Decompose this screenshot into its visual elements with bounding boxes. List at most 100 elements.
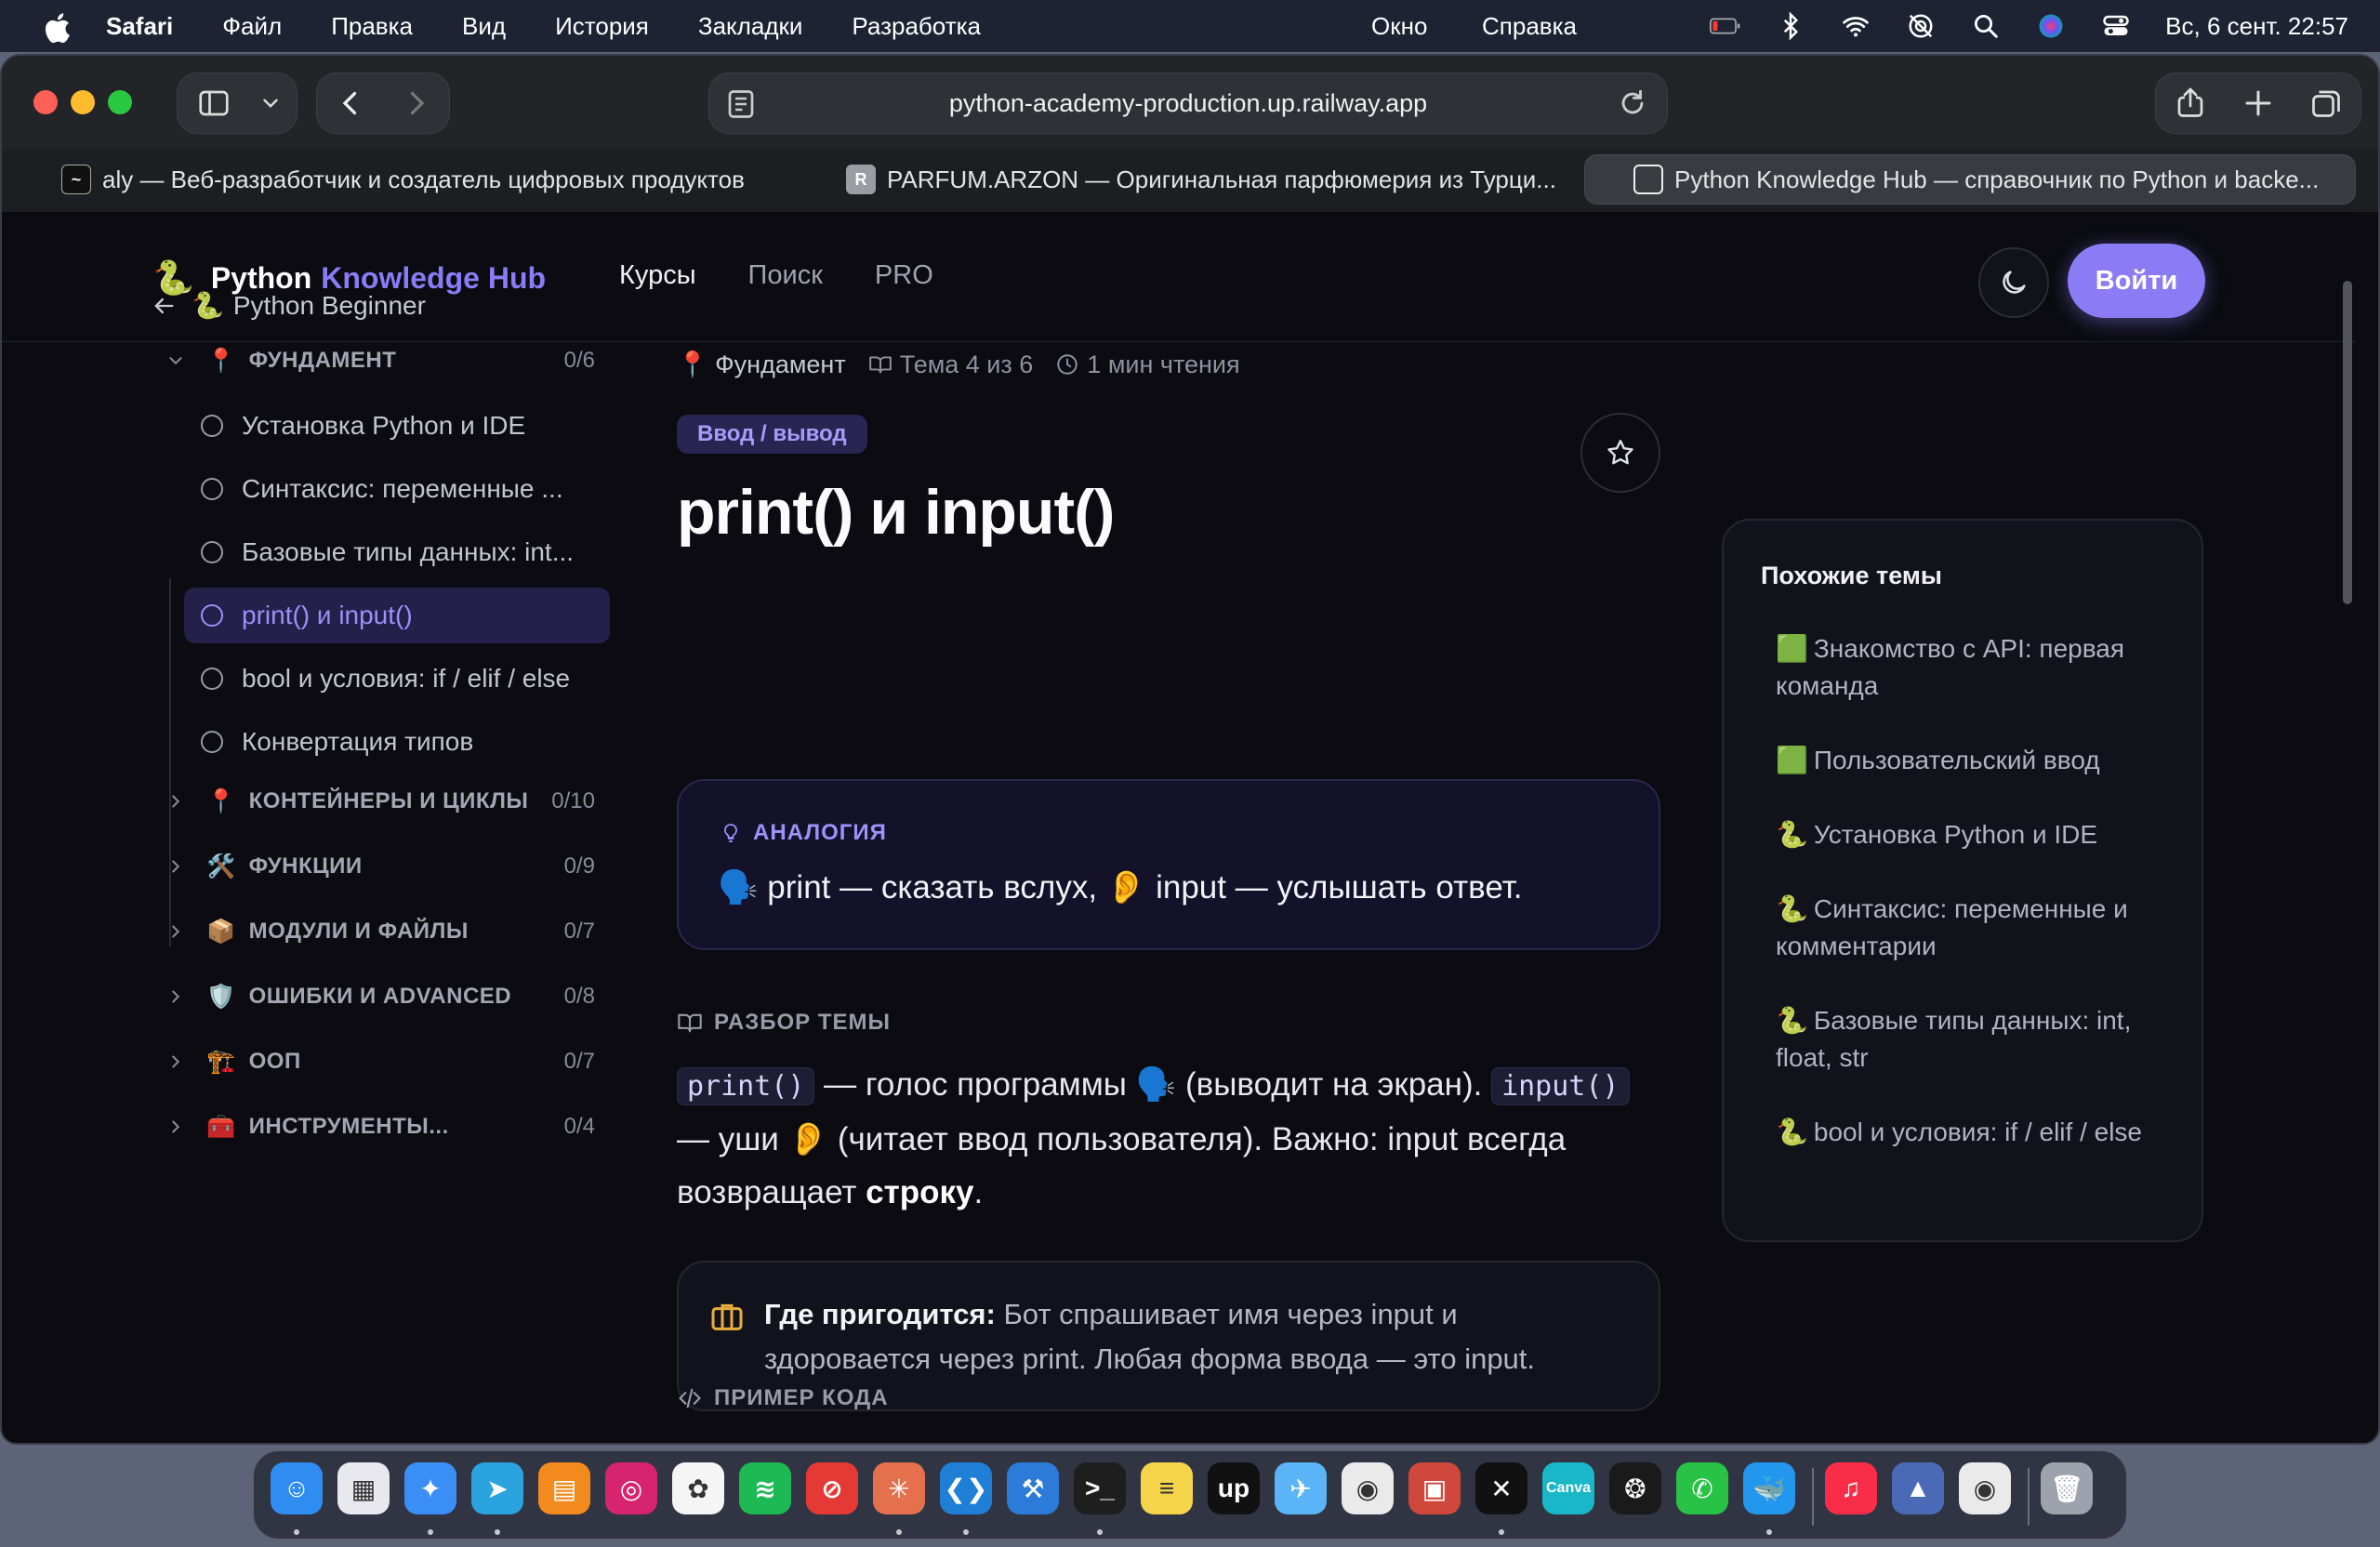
lesson-item[interactable]: Установка Python и IDE [184, 398, 610, 454]
related-item[interactable]: 🐍 Установка Python и IDE [1776, 816, 2166, 853]
menu-history[interactable]: История [555, 12, 649, 41]
dock-claude-icon[interactable]: ✳ [873, 1462, 925, 1514]
dock-chrome-icon[interactable]: ◉ [1342, 1462, 1394, 1514]
dock-upwork-icon[interactable]: up [1208, 1462, 1260, 1514]
page-menu-icon[interactable] [724, 87, 758, 121]
dock-terminal-icon[interactable]: >_ [1074, 1462, 1126, 1514]
bluetooth-icon[interactable] [1775, 10, 1806, 42]
section-header-modules[interactable]: 📦 МОДУЛИ И ФАЙЛЫ 0/7 [165, 913, 595, 950]
menu-edit[interactable]: Правка [331, 12, 413, 41]
briefcase-icon [711, 1303, 743, 1330]
sidebar-toggle-button[interactable] [178, 73, 250, 134]
airdrop-icon[interactable] [1905, 10, 1937, 42]
circle-icon [201, 731, 223, 753]
control-center-icon[interactable] [2100, 10, 2132, 42]
dock-launchpad-icon[interactable]: ▦ [337, 1462, 390, 1514]
reload-icon[interactable] [1617, 87, 1648, 119]
siri-icon[interactable] [2035, 10, 2067, 42]
menu-window[interactable]: Окно [1371, 12, 1427, 41]
related-item[interactable]: 🟩 Знакомство с API: первая команда [1776, 630, 2166, 705]
dock-photos-icon[interactable]: ✿ [672, 1462, 724, 1514]
dock-instagram-icon[interactable]: ◎ [605, 1462, 657, 1514]
dock-testflight-icon[interactable]: ✈ [1275, 1462, 1327, 1514]
dock-safari-icon[interactable]: ✦ [404, 1462, 456, 1514]
section-header-errors[interactable]: 🛡️ ОШИБКИ И ADVANCED 0/8 [165, 978, 595, 1015]
dock-app-archive-icon[interactable]: ▣ [1408, 1462, 1461, 1514]
address-bar[interactable]: python-academy-production.up.railway.app [708, 73, 1668, 134]
related-item[interactable]: 🐍 Синтаксис: переменные и комментарии [1776, 891, 2166, 965]
theme-toggle-button[interactable] [1978, 247, 2049, 318]
spotlight-search-icon[interactable] [1970, 10, 2002, 42]
section-header-containers[interactable]: 📍 КОНТЕЙНЕРЫ И ЦИКЛЫ 0/10 [165, 783, 595, 820]
browser-tab-active[interactable]: Python Knowledge Hub — справочник по Pyt… [1584, 154, 2356, 205]
lesson-item[interactable]: Базовые типы данных: int... [184, 524, 610, 580]
menu-app-name[interactable]: Safari [106, 12, 173, 41]
section-header-oop[interactable]: 🏗️ ООП 0/7 [165, 1043, 595, 1080]
chevron-right-icon [172, 925, 180, 938]
battery-icon[interactable] [1710, 10, 1741, 42]
browser-tab[interactable]: ~ aly — Веб-разработчик и создатель цифр… [61, 154, 796, 205]
meta-section[interactable]: 📍 Фундамент [677, 350, 846, 379]
menu-view[interactable]: Вид [462, 12, 506, 41]
dock-music-icon[interactable]: ♫ [1825, 1462, 1877, 1514]
lesson-item[interactable]: Конвертация типов [184, 714, 610, 770]
dock-capcut-icon[interactable]: ✕ [1475, 1462, 1527, 1514]
section-header-functions[interactable]: 🛠️ ФУНКЦИИ 0/9 [165, 848, 595, 885]
wifi-icon[interactable] [1840, 10, 1871, 42]
green-square-icon: 🟩 [1776, 746, 1808, 774]
dock-app-red-icon[interactable]: ⊘ [806, 1462, 858, 1514]
pin-icon: 📍 [206, 347, 236, 374]
related-item[interactable]: 🐍 bool и условия: if / elif / else [1776, 1114, 2166, 1151]
lesson-label: Базовые типы данных: int... [242, 537, 575, 566]
menu-help[interactable]: Справка [1482, 12, 1577, 41]
dock-running-indicator [1499, 1529, 1504, 1535]
dock-chrome-2-icon[interactable]: ◉ [1959, 1462, 2011, 1514]
forward-button[interactable] [383, 73, 449, 134]
nav-pro[interactable]: PRO [875, 260, 933, 291]
section-header-tools[interactable]: 🧰 ИНСТРУМЕНТЫ... 0/4 [165, 1108, 595, 1145]
related-item[interactable]: 🟩 Пользовательский ввод [1776, 742, 2166, 779]
login-button[interactable]: Войти [2068, 244, 2205, 318]
tab-overview-button[interactable] [2293, 73, 2360, 134]
lesson-item-active[interactable]: print() и input() [184, 588, 610, 643]
page-scrollbar[interactable] [2343, 281, 2352, 604]
section-title: ФУНДАМЕНТ [248, 348, 397, 373]
bookmark-button[interactable] [1580, 413, 1660, 493]
lesson-item[interactable]: bool и условия: if / elif / else [184, 651, 610, 707]
dock-spotify-icon[interactable]: ≋ [739, 1462, 791, 1514]
close-window-button[interactable] [33, 90, 58, 114]
dock-vscode-icon[interactable]: ❮❯ [940, 1462, 992, 1514]
dock-canva-icon[interactable]: Canva [1542, 1462, 1594, 1514]
nav-courses[interactable]: Курсы [619, 260, 696, 291]
dock-app-blue-icon[interactable]: ▲ [1892, 1462, 1944, 1514]
section-header-fundament[interactable]: 📍 ФУНДАМЕНТ 0/6 [165, 342, 595, 379]
topic-tag[interactable]: Ввод / вывод [677, 415, 867, 454]
nav-search[interactable]: Поиск [748, 260, 823, 291]
zoom-window-button[interactable] [108, 90, 132, 114]
window-controls [33, 90, 132, 114]
dock-chatgpt-icon[interactable]: ❂ [1609, 1462, 1661, 1514]
related-item[interactable]: 🐍 Базовые типы данных: int, float, str [1776, 1002, 2166, 1077]
new-tab-button[interactable] [2224, 73, 2292, 134]
minimize-window-button[interactable] [71, 90, 95, 114]
dock-notes-icon[interactable]: ≡ [1141, 1462, 1193, 1514]
dock-whatsapp-icon[interactable]: ✆ [1676, 1462, 1728, 1514]
apple-icon[interactable] [43, 12, 71, 44]
back-to-course-link[interactable]: 🐍 Python Beginner [151, 290, 426, 321]
dock-docker-icon[interactable]: 🐳 [1743, 1462, 1795, 1514]
clock[interactable]: Вс, 6 сент. 22:57 [2165, 12, 2348, 41]
dock-books-icon[interactable]: ▤ [538, 1462, 590, 1514]
menu-file[interactable]: Файл [222, 12, 282, 41]
share-button[interactable] [2156, 73, 2224, 134]
dock-finder-icon[interactable]: ☺ [271, 1462, 323, 1514]
tab-groups-dropdown[interactable] [250, 73, 291, 134]
menu-develop[interactable]: Разработка [852, 12, 981, 41]
dock-telegram-icon[interactable]: ➤ [471, 1462, 523, 1514]
lesson-item[interactable]: Синтаксис: переменные ... [184, 461, 610, 517]
browser-tab[interactable]: R PARFUM.ARZON — Оригинальная парфюмерия… [846, 154, 1571, 205]
tools-icon: 🛠️ [206, 853, 236, 879]
back-button[interactable] [317, 73, 383, 134]
menu-bookmarks[interactable]: Закладки [698, 12, 803, 41]
dock-xcode-icon[interactable]: ⚒ [1007, 1462, 1059, 1514]
dock-trash-icon[interactable]: 🗑 [2041, 1462, 2093, 1514]
